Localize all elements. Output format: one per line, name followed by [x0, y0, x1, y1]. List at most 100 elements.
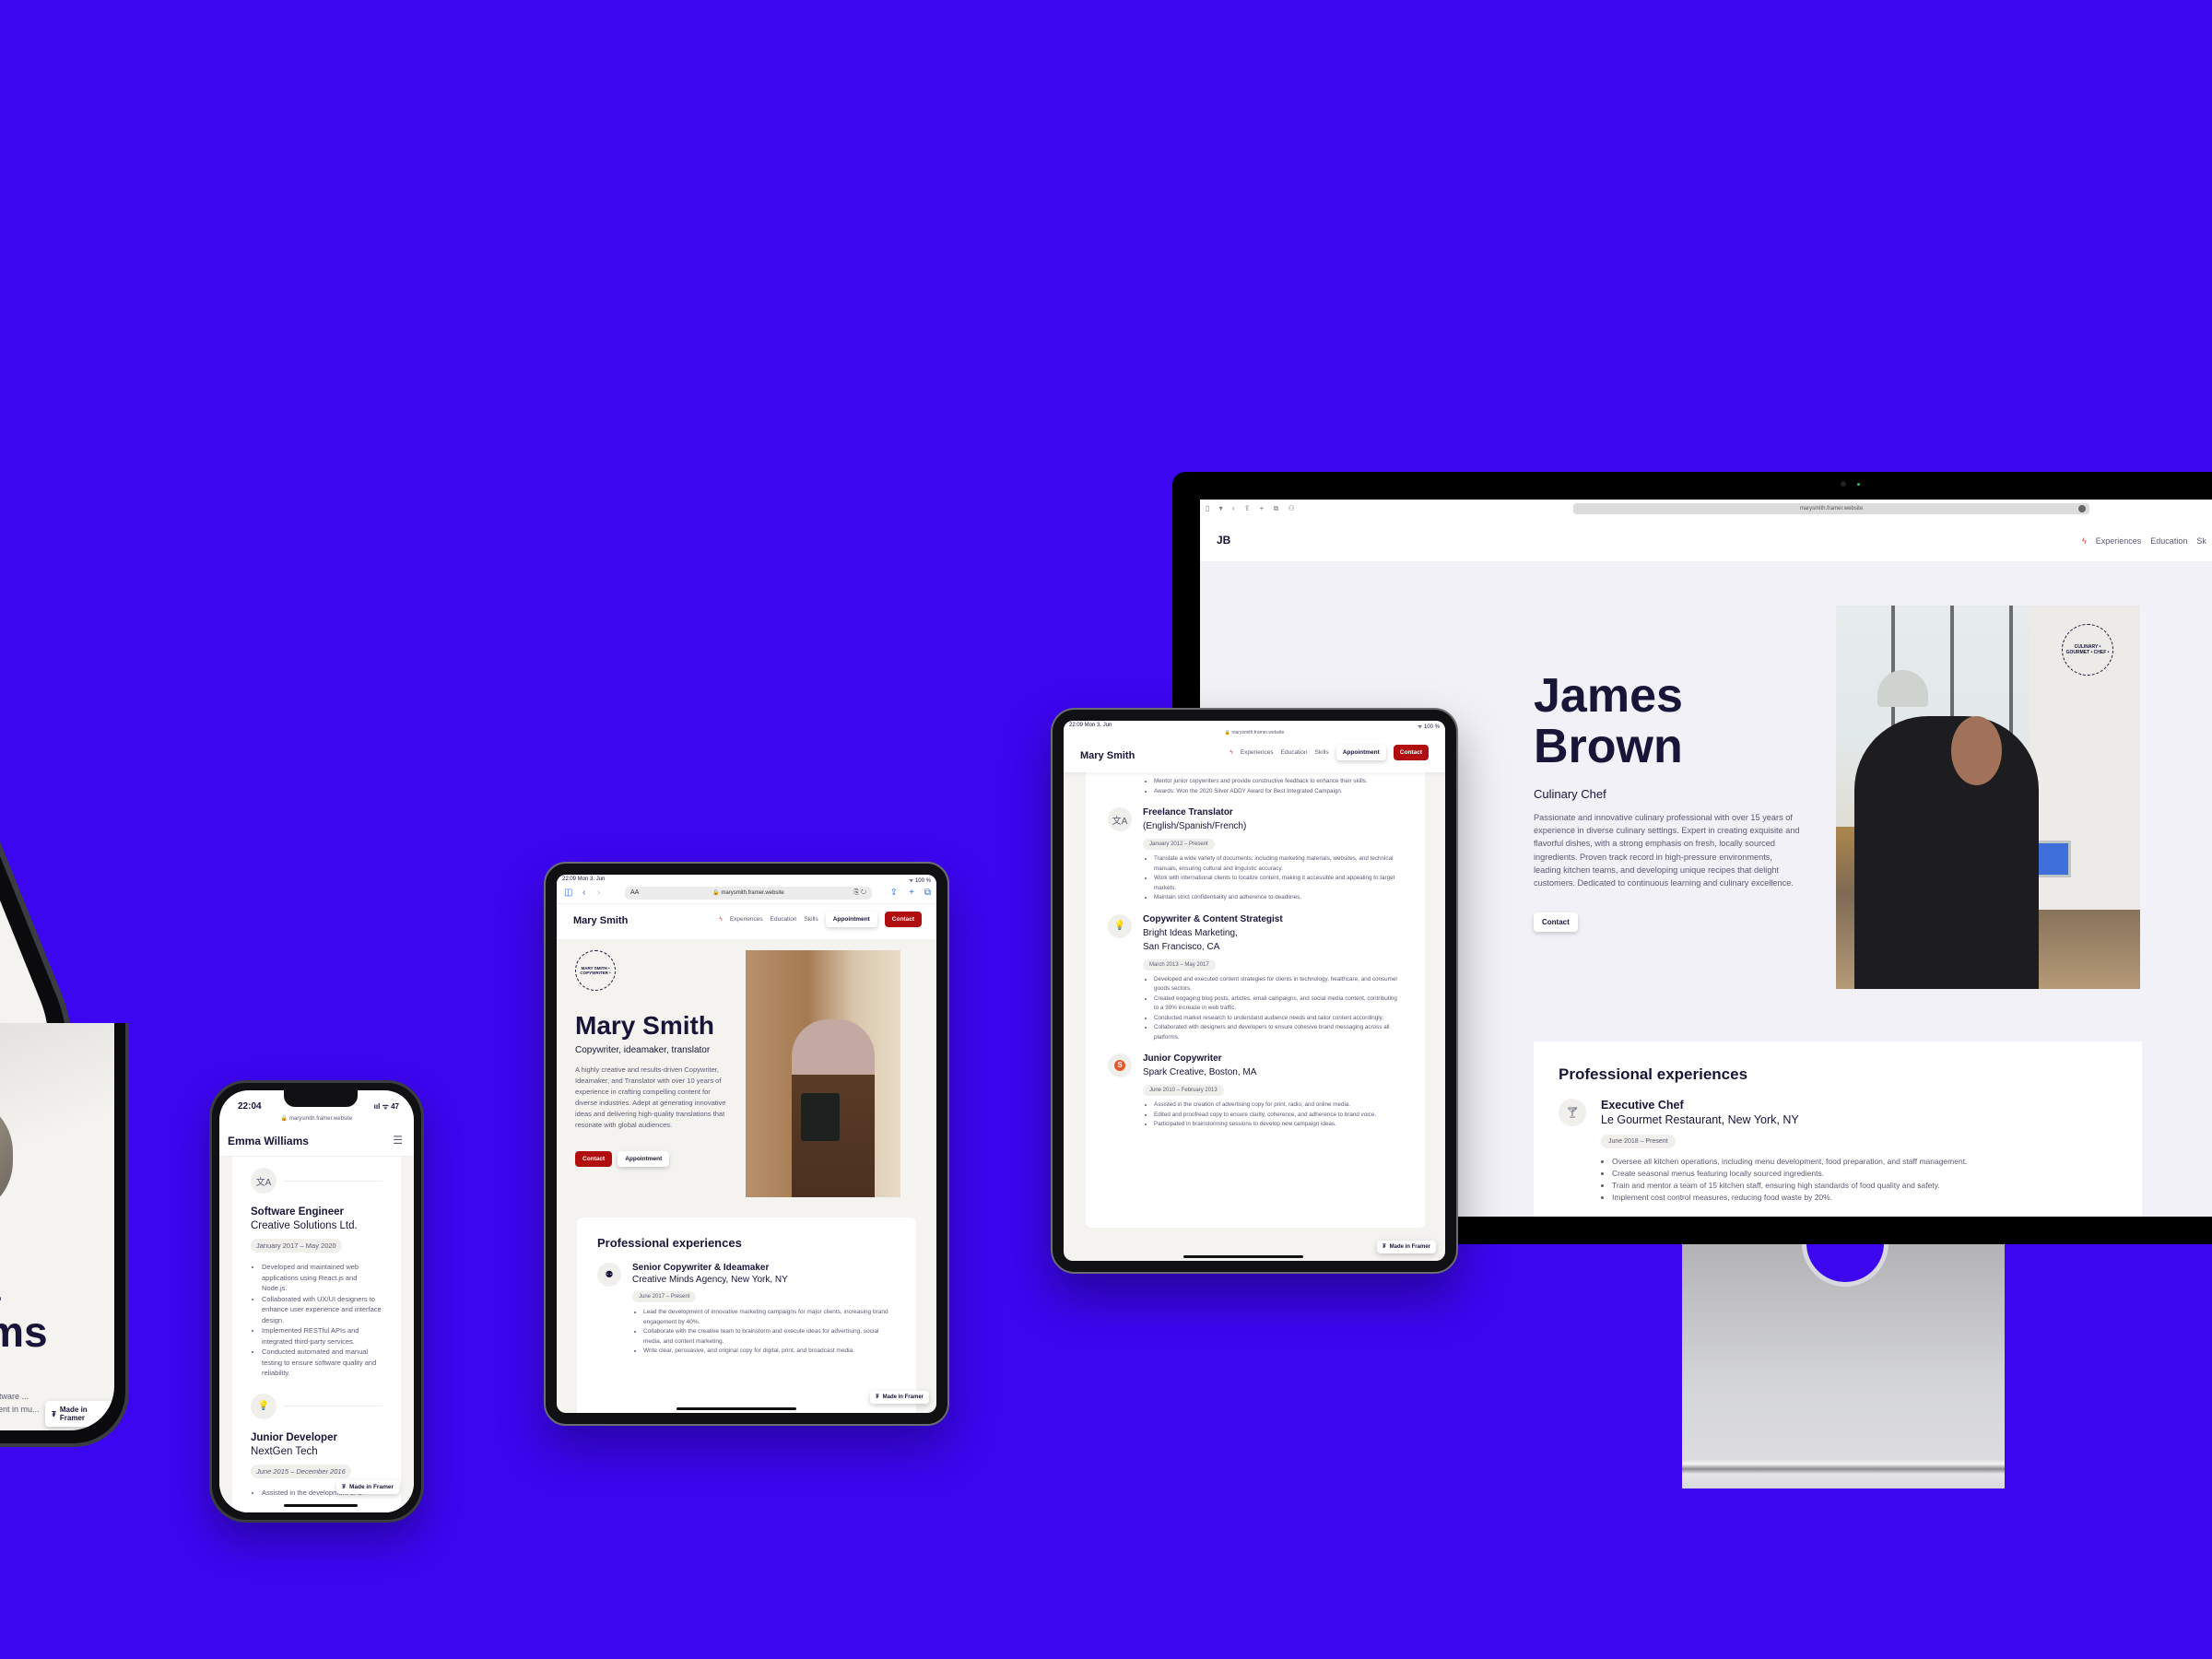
address-bar[interactable]: 🔒 marysmith.framer.website	[219, 1115, 414, 1122]
framer-logo-icon: ₮	[1382, 1244, 1386, 1250]
section-title: Professional experiences	[1559, 1065, 1748, 1083]
nav-link-education[interactable]: Education	[1281, 749, 1308, 756]
experience-bullets: Developed and executed content strategie…	[1154, 975, 1403, 1043]
experience-bullets: Translate a wide variety of documents, i…	[1154, 854, 1403, 903]
experience-company: Creative Minds Agency, New York, NY	[632, 1275, 788, 1285]
contact-button[interactable]: Contact	[884, 912, 922, 927]
extension-icon[interactable]	[2078, 505, 2086, 512]
brain-icon: ⚉	[597, 1263, 621, 1287]
experience-title: Copywriter & Content Strategist	[1143, 913, 1283, 924]
status-bar: 22:09 Mon 3. Jun ᯤ 100 %	[557, 875, 936, 884]
nav-links: ϟ Experiences Education Skills Appointme…	[1230, 745, 1429, 760]
browser-toolbar-icons[interactable]: ▯ ▾ ‹ ⇪ + ⧉ ⚇	[1206, 504, 1299, 513]
nav-title[interactable]: Mary Smith	[573, 915, 628, 926]
experience-dates: June 2010 – February 2013	[1143, 1085, 1224, 1096]
site-logo[interactable]: JB	[1217, 534, 1230, 547]
share-icon[interactable]: ⇪	[890, 888, 898, 898]
experience-item: 🍸︎ Executive Chef Le Gourmet Restaurant,…	[1559, 1099, 2117, 1204]
experience-title: Junior Developer	[251, 1431, 337, 1443]
experience-company: (English/Spanish/French)	[1143, 821, 1247, 831]
experiences-section: Professional experiences ⚉ Senior Copywr…	[577, 1218, 916, 1413]
chef-photo: CULINARY • GOURMET • CHEF •	[1836, 606, 2140, 989]
lightbulb-icon: 💡	[251, 1393, 276, 1419]
experience-dates: June 2015 – December 2016	[251, 1464, 351, 1478]
nav-link-experiences[interactable]: Experiences	[1241, 749, 1274, 756]
appointment-button[interactable]: Appointment	[618, 1151, 670, 1167]
nav-link-experiences[interactable]: Experiences	[2096, 536, 2142, 546]
experience-dates: June 2018 – Present	[1601, 1135, 1676, 1148]
nav-link-education[interactable]: Education	[771, 916, 797, 923]
imac-stand	[1682, 1244, 2005, 1488]
ipad-screen: 22:09 Mon 3. Jun ᯤ 100 % 🔒 marysmith.fra…	[1064, 721, 1445, 1261]
cocktail-glass-icon: 🍸︎	[1559, 1099, 1586, 1126]
reader-aa-icon[interactable]: AA	[630, 887, 639, 900]
experience-card: 文A Software Engineer Creative Solutions …	[232, 1157, 401, 1512]
tabs-icon[interactable]: ⧉	[924, 888, 931, 898]
experience-bullets: Oversee all kitchen operations, includin…	[1612, 1156, 2117, 1204]
back-icon[interactable]: ‹	[582, 888, 585, 898]
hamburger-menu-icon[interactable]: ☰	[393, 1134, 403, 1147]
experience-dates: June 2017 – Present	[632, 1291, 697, 1302]
phone-notch	[284, 1090, 358, 1107]
ipad-mockup-mary: 22:09 Mon 3. Jun ᯤ 100 % ◫ ‹ › AA 🔒 mary…	[544, 862, 949, 1426]
framer-spark-icon: ϟ	[719, 916, 723, 923]
experience-bullets: Mentor junior copywriters and provide co…	[1154, 777, 1403, 796]
camera-led	[1857, 483, 1860, 486]
phone-screen: ma liams eveloper experienced Software .…	[0, 1023, 114, 1430]
framer-spark-icon: ϟ	[2082, 536, 2087, 546]
made-in-framer-badge[interactable]: ₮ Made in Framer	[1376, 1241, 1436, 1253]
ipad-screen: 22:09 Mon 3. Jun ᯤ 100 % ◫ ‹ › AA 🔒 mary…	[557, 875, 936, 1413]
site-nav: Emma Williams ☰	[219, 1124, 414, 1157]
address-bar[interactable]: 🔒 marysmith.framer.website	[1064, 730, 1445, 735]
sidebar-icon[interactable]: ◫	[564, 888, 572, 898]
made-in-framer-badge[interactable]: ₮ Made in Framer	[869, 1391, 929, 1404]
hero-description: Passionate and innovative culinary profe…	[1534, 813, 1800, 888]
experience-item: ⚉ Senior Copywriter & Ideamaker Creative…	[597, 1263, 896, 1357]
contact-button[interactable]: Contact	[575, 1151, 613, 1167]
nav-link-skills[interactable]: Skills	[805, 916, 818, 923]
nav-link-skills[interactable]: Sk	[2196, 536, 2206, 546]
address-bar[interactable]: marysmith.framer.website	[1573, 503, 2089, 514]
experience-title: Junior Copywriter	[1143, 1053, 1222, 1064]
copywriter-stamp: MARY SMITH • COPYWRITER •	[575, 950, 616, 991]
nav-link-skills[interactable]: Skills	[1315, 749, 1329, 756]
photo-person	[1854, 716, 2039, 989]
appointment-button[interactable]: Appointment	[1335, 745, 1386, 760]
new-tab-icon[interactable]: +	[909, 888, 914, 898]
profile-photo	[746, 950, 900, 1197]
nav-link-education[interactable]: Education	[2150, 536, 2187, 546]
framer-logo-icon: ₮	[52, 1409, 56, 1418]
framer-logo-icon: ₮	[875, 1394, 879, 1400]
photo-laptop	[801, 1093, 840, 1141]
made-in-framer-badge[interactable]: ₮ Made in Framer	[45, 1401, 114, 1427]
experience-dates: January 2017 – May 2020	[251, 1239, 342, 1253]
reload-icon[interactable]: ⎘ ↻	[854, 887, 866, 900]
status-bar: 22:09 Mon 3. Jun ᯤ 100 % 🔒 marysmith.fra…	[1064, 721, 1445, 739]
home-indicator	[677, 1407, 796, 1410]
experience-title: Software Engineer	[251, 1206, 344, 1218]
hero-role: Culinary Chef	[1534, 787, 1606, 801]
culinary-stamp: CULINARY • GOURMET • CHEF •	[2062, 624, 2113, 676]
ipad-mockup-experiences: 22:09 Mon 3. Jun ᯤ 100 % 🔒 marysmith.fra…	[1051, 708, 1458, 1274]
photo-head	[1951, 716, 2002, 785]
forward-icon[interactable]: ›	[597, 888, 600, 898]
appointment-button[interactable]: Appointment	[825, 912, 877, 927]
experience-item: 💡 Copywriter & Content Strategist Bright…	[1108, 913, 1403, 1043]
hero-role: Copywriter, ideamaker, translator	[575, 1045, 711, 1055]
address-bar[interactable]: AA 🔒 marysmith.framer.website ⎘ ↻	[625, 887, 872, 900]
lightbulb-icon: 💡	[1108, 913, 1132, 938]
browser-toolbar: ▯ ▾ ‹ ⇪ + ⧉ ⚇ marysmith.framer.website	[1200, 500, 2212, 520]
nav-title[interactable]: Emma Williams	[228, 1135, 309, 1147]
nav-link-experiences[interactable]: Experiences	[730, 916, 763, 923]
hero-buttons: Contact Appointment	[575, 1151, 670, 1167]
contact-button[interactable]: Contact	[1534, 912, 1578, 932]
experience-company: Spark Creative, Boston, MA	[1143, 1067, 1257, 1077]
page-body: 文A Software Engineer Creative Solutions …	[219, 1157, 414, 1512]
hero-section: MARY SMITH • COPYWRITER • Mary Smith Cop…	[557, 939, 936, 1216]
safari-toolbar: ◫ ‹ › AA 🔒 marysmith.framer.website ⎘ ↻ …	[557, 884, 936, 904]
status-time: 22:04	[238, 1101, 262, 1112]
made-in-framer-badge[interactable]: ₮ Made in Framer	[335, 1480, 399, 1494]
nav-title[interactable]: Mary Smith	[1080, 750, 1135, 761]
experience-dates: March 2013 – May 2017	[1143, 959, 1216, 971]
contact-button[interactable]: Contact	[1393, 745, 1429, 760]
